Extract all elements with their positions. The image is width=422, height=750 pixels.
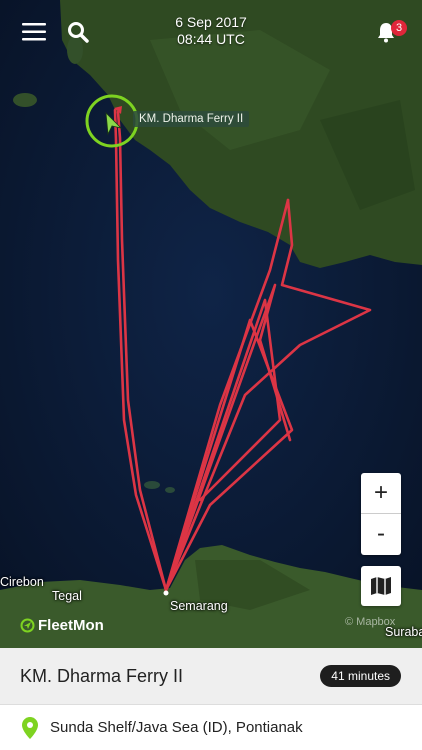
brand-text: FleetMon — [38, 617, 104, 634]
eta-badge: 41 minutes — [320, 665, 401, 687]
map-layers-button[interactable] — [361, 566, 401, 606]
location-pin-icon — [22, 716, 38, 739]
island-karimunjawa — [144, 481, 160, 489]
zoom-out-button[interactable]: - — [361, 514, 401, 554]
vessel-map-label[interactable]: KM. Dharma Ferry II — [133, 111, 250, 127]
map-layers-icon — [371, 577, 391, 595]
notification-count-badge: 3 — [391, 20, 407, 36]
location-text: Sunda Shelf/Java Sea (ID), Pontianak — [50, 719, 303, 736]
place-label-semarang: Semarang — [170, 599, 228, 613]
island-west — [13, 93, 37, 107]
vessel-name: KM. Dharma Ferry II — [20, 666, 184, 686]
time-text: 08:44 UTC — [177, 31, 245, 47]
map-view[interactable] — [0, 0, 422, 648]
zoom-controls: + - — [361, 473, 401, 555]
place-label-tegal: Tegal — [52, 589, 82, 603]
fleetmon-logo: FleetMon — [20, 617, 104, 634]
port-marker — [163, 590, 169, 596]
top-bar: 6 Sep 2017 08:44 UTC 3 — [0, 0, 422, 64]
island-karimunjawa-2 — [165, 487, 175, 493]
map-attribution[interactable]: © Mapbox — [345, 616, 395, 628]
zoom-in-button[interactable]: + — [361, 473, 401, 513]
location-row[interactable]: Sunda Shelf/Java Sea (ID), Pontianak — [0, 705, 422, 750]
fleetmon-logo-icon — [20, 618, 35, 633]
vessel-info-panel[interactable]: KM. Dharma Ferry II 41 minutes Sunda She… — [0, 648, 422, 750]
place-label-cirebon: Cirebon — [0, 575, 44, 589]
date-time-display: 6 Sep 2017 08:44 UTC — [0, 14, 422, 48]
map-canvas[interactable] — [0, 0, 422, 648]
vessel-panel-header[interactable]: KM. Dharma Ferry II 41 minutes — [0, 648, 422, 705]
date-text: 6 Sep 2017 — [175, 14, 247, 30]
